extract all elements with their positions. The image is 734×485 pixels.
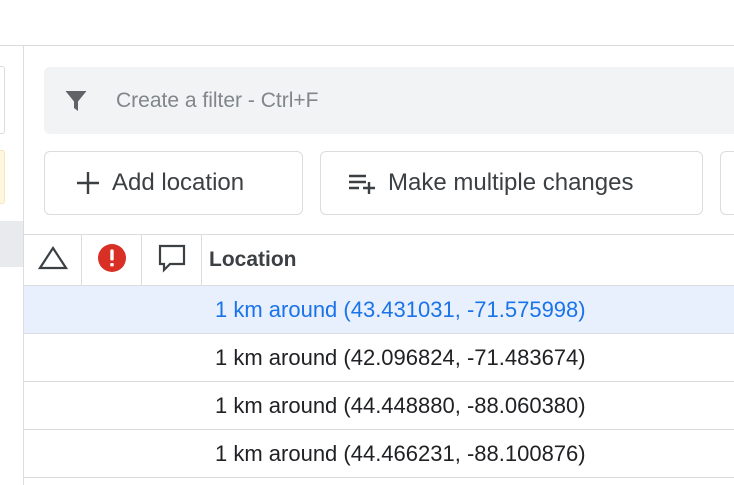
triangle-icon	[37, 245, 68, 276]
left-rail-selected-item[interactable]	[0, 221, 23, 267]
comment-column-header[interactable]	[142, 235, 202, 285]
filter-bar[interactable]	[44, 67, 734, 134]
location-column-header[interactable]: Location	[202, 235, 734, 285]
make-multiple-changes-label: Make multiple changes	[388, 169, 634, 196]
more-toolbar-button[interactable]	[720, 151, 734, 215]
page: Add location Make multiple changes	[0, 0, 734, 485]
alert-circle-icon	[97, 243, 127, 278]
left-rail-card-highlighted[interactable]	[0, 150, 5, 204]
top-divider	[0, 45, 734, 46]
filter-icon[interactable]	[64, 89, 88, 113]
status-column-header[interactable]	[24, 235, 82, 285]
playlist-add-icon	[347, 170, 379, 196]
left-rail-card[interactable]	[0, 66, 5, 134]
table-header: Location	[24, 235, 734, 286]
comment-icon	[157, 243, 187, 278]
location-cell[interactable]: 1 km around (43.431031, -71.575998)	[215, 297, 586, 323]
add-location-button[interactable]: Add location	[44, 151, 303, 215]
make-multiple-changes-button[interactable]: Make multiple changes	[320, 151, 703, 215]
table-row[interactable]: 1 km around (43.431031, -71.575998)	[24, 286, 734, 334]
table-row[interactable]: 1 km around (42.096824, -71.483674)	[24, 334, 734, 382]
plus-icon	[75, 170, 101, 196]
filter-input[interactable]	[116, 88, 676, 113]
table-row[interactable]: 1 km around (44.466231, -88.100876)	[24, 430, 734, 478]
locations-table: Location 1 km around (43.431031, -71.575…	[24, 235, 734, 478]
add-location-label: Add location	[112, 169, 245, 196]
location-cell[interactable]: 1 km around (44.448880, -88.060380)	[215, 393, 586, 419]
location-cell[interactable]: 1 km around (44.466231, -88.100876)	[215, 441, 586, 467]
location-cell[interactable]: 1 km around (42.096824, -71.483674)	[215, 345, 586, 371]
table-row[interactable]: 1 km around (44.448880, -88.060380)	[24, 382, 734, 430]
alert-column-header[interactable]	[82, 235, 142, 285]
top-bar	[0, 0, 734, 45]
